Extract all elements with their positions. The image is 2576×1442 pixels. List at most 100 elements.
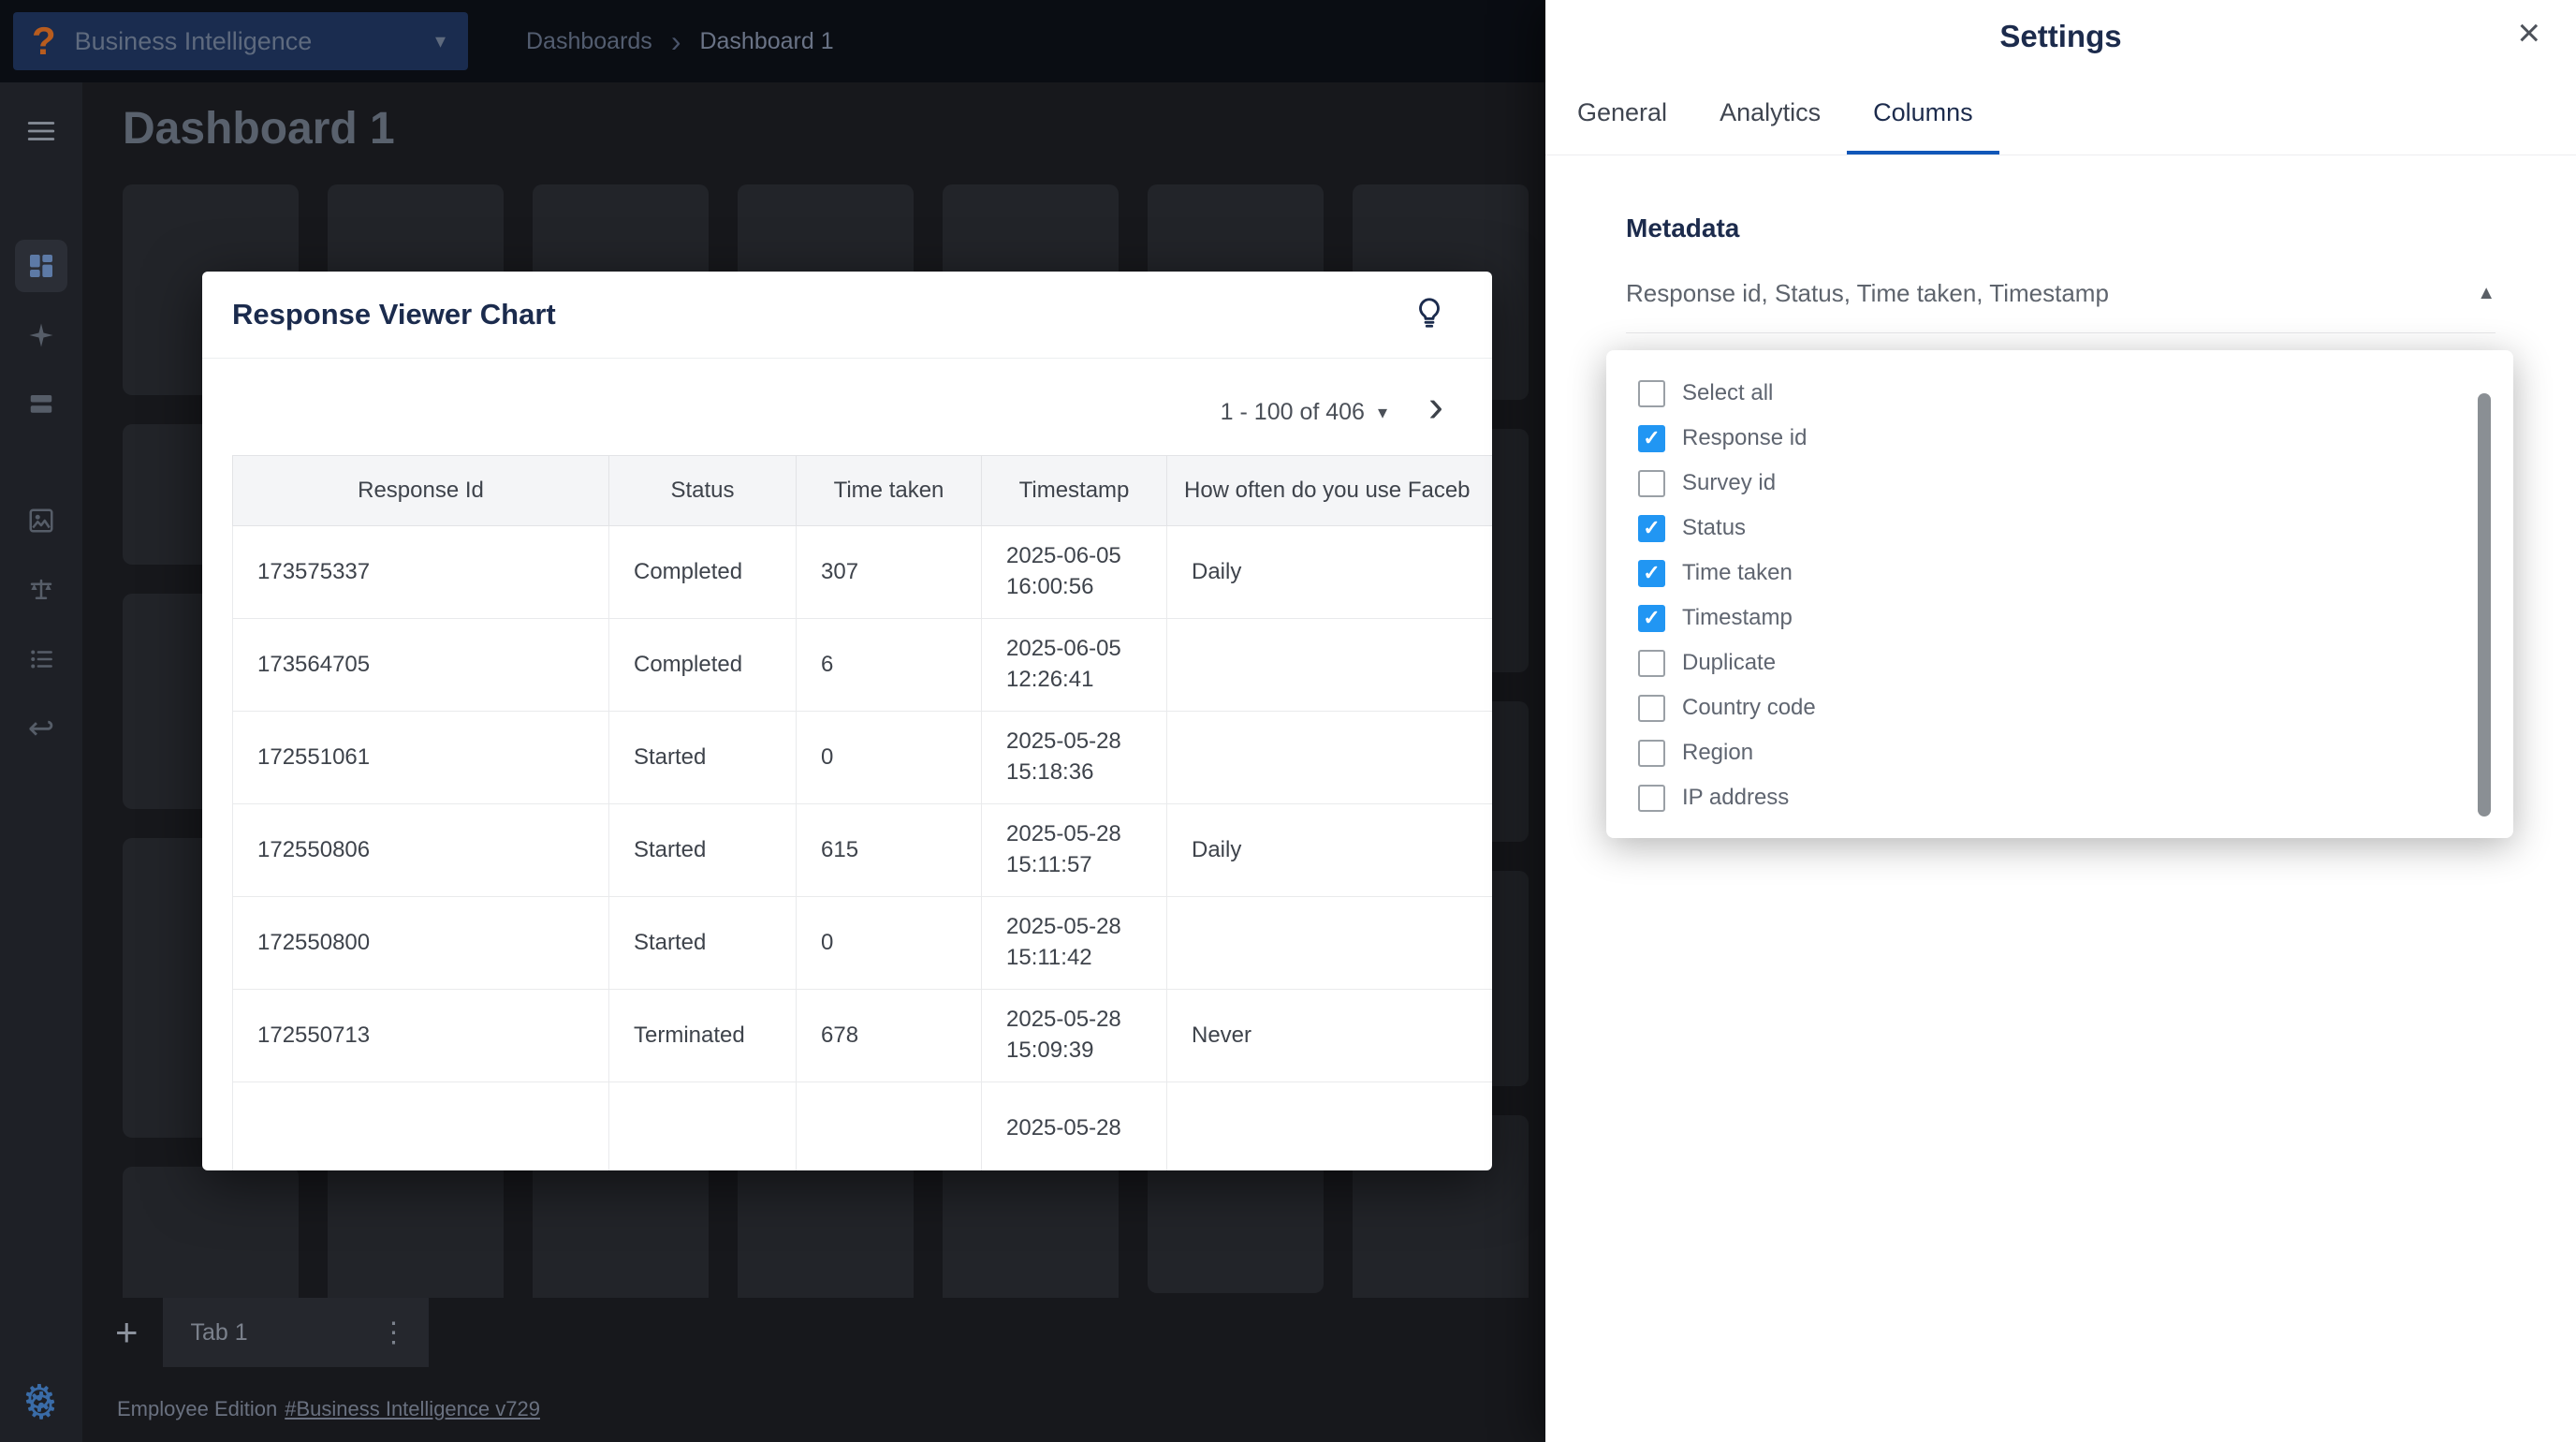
workspace-switcher[interactable]: ? Business Intelligence ▾ <box>13 12 468 70</box>
dropdown-scrollbar[interactable] <box>2478 393 2491 817</box>
cell-status: Started <box>609 711 797 803</box>
sidebar-item-ai[interactable] <box>15 309 67 361</box>
breadcrumb-dashboard-1[interactable]: Dashboard 1 <box>699 28 833 55</box>
sidebar-item-undo[interactable]: ↩ <box>15 702 67 755</box>
column-header-timestamp: Timestamp <box>982 455 1167 525</box>
dashboard-grid-icon <box>26 251 56 281</box>
option-duplicate[interactable]: ✓ Duplicate <box>1638 640 2513 685</box>
cell-response-id: 172550800 <box>233 896 609 989</box>
cell-response-id: 173564705 <box>233 618 609 711</box>
page-range-dropdown[interactable]: 1 - 100 of 406 ▾ <box>1221 399 1387 426</box>
option-survey-id[interactable]: ✓ Survey id <box>1638 461 2513 506</box>
sparkle-icon <box>27 321 55 349</box>
cell-question: Never <box>1167 989 1493 1082</box>
hint-button[interactable] <box>1412 295 1447 335</box>
breadcrumb-dashboards[interactable]: Dashboards <box>526 28 652 55</box>
metadata-section-title: Metadata <box>1626 213 2496 243</box>
settings-gear-button[interactable]: ⚙ <box>22 1380 56 1418</box>
tab-analytics[interactable]: Analytics <box>1693 75 1847 154</box>
checkbox[interactable]: ✓ <box>1638 515 1665 542</box>
menu-toggle-button[interactable] <box>15 105 67 157</box>
cell-time-taken: 307 <box>797 525 982 618</box>
table-row: 172551061 Started 0 2025-05-28 15:18:36 <box>233 711 1493 803</box>
cell-time-taken: 6 <box>797 618 982 711</box>
checkbox[interactable]: ✓ <box>1638 650 1665 677</box>
cell-status <box>609 1082 797 1170</box>
check-icon: ✓ <box>1643 608 1660 628</box>
option-timestamp[interactable]: ✓ Timestamp <box>1638 596 2513 640</box>
option-region[interactable]: ✓ Region <box>1638 730 2513 775</box>
dashboard-tile-skeleton <box>123 1167 299 1298</box>
checkbox[interactable]: ✓ <box>1638 695 1665 722</box>
column-header-time-taken: Time taken <box>797 455 982 525</box>
checkbox[interactable]: ✓ <box>1638 740 1665 767</box>
settings-title: Settings <box>1545 19 2576 54</box>
close-icon[interactable]: × <box>2517 13 2540 52</box>
sidebar-item-dashboard[interactable] <box>15 240 67 292</box>
option-label: Region <box>1682 740 1753 766</box>
cell-time-taken: 678 <box>797 989 982 1082</box>
option-time-taken[interactable]: ✓ Time taken <box>1638 551 2513 596</box>
cell-timestamp: 2025-05-28 15:09:39 <box>982 989 1167 1082</box>
response-table-container: Response Id Status Time taken Timestamp … <box>232 455 1492 1170</box>
option-response-id[interactable]: ✓ Response id <box>1638 416 2513 461</box>
sidebar-item-widgets[interactable] <box>15 378 67 431</box>
add-tab-button[interactable]: + <box>115 1313 139 1352</box>
pagination-bar: 1 - 100 of 406 ▾ › <box>202 394 1492 431</box>
cell-timestamp: 2025-05-28 15:11:57 <box>982 803 1167 896</box>
checkbox[interactable]: ✓ <box>1638 605 1665 632</box>
checkbox[interactable]: ✓ <box>1638 470 1665 497</box>
option-status[interactable]: ✓ Status <box>1638 506 2513 551</box>
undo-icon: ↩ <box>28 713 55 744</box>
scales-icon <box>27 576 55 604</box>
tab-general[interactable]: General <box>1551 75 1693 154</box>
cell-question <box>1167 711 1493 803</box>
brand-logo-icon: ? <box>32 22 56 61</box>
tab-columns[interactable]: Columns <box>1847 75 1999 154</box>
edition-label: Employee Edition <box>117 1397 277 1420</box>
table-row: 172550713 Terminated 678 2025-05-28 15:0… <box>233 989 1493 1082</box>
option-label: Status <box>1682 515 1746 541</box>
cell-response-id: 173575337 <box>233 525 609 618</box>
settings-panel: Settings × General Analytics Columns Met… <box>1545 0 2576 1442</box>
cell-response-id <box>233 1082 609 1170</box>
sidebar-item-media[interactable] <box>15 494 67 547</box>
chevron-right-icon: › <box>671 26 681 56</box>
bulleted-list-icon <box>27 645 55 673</box>
dashboard-tab-bar: + Tab 1 ⋮ <box>82 1298 429 1367</box>
cell-time-taken: 0 <box>797 896 982 989</box>
table-row: 173575337 Completed 307 2025-06-05 16:00… <box>233 525 1493 618</box>
cell-time-taken <box>797 1082 982 1170</box>
checkbox[interactable]: ✓ <box>1638 425 1665 452</box>
option-country-code[interactable]: ✓ Country code <box>1638 685 2513 730</box>
tab-label: Tab 1 <box>191 1319 380 1346</box>
sidebar-item-list[interactable] <box>15 633 67 685</box>
next-page-button[interactable]: › <box>1428 394 1443 431</box>
settings-body: Metadata Response id, Status, Time taken… <box>1545 213 2576 333</box>
option-label: IP address <box>1682 785 1789 811</box>
checkbox[interactable]: ✓ <box>1638 380 1665 407</box>
kebab-menu-icon[interactable]: ⋮ <box>380 1317 408 1349</box>
cell-question: Daily <box>1167 525 1493 618</box>
checkbox[interactable]: ✓ <box>1638 560 1665 587</box>
option-label: Time taken <box>1682 560 1793 586</box>
metadata-columns-select[interactable]: Response id, Status, Time taken, Timesta… <box>1626 279 2496 333</box>
cell-time-taken: 0 <box>797 711 982 803</box>
settings-tabs: General Analytics Columns <box>1545 75 2576 155</box>
table-row: 173564705 Completed 6 2025-06-05 12:26:4… <box>233 618 1493 711</box>
page-range-label: 1 - 100 of 406 <box>1221 399 1365 426</box>
columns-dropdown: ✓ Select all ✓ Response id ✓ Survey id ✓… <box>1606 350 2513 838</box>
sidebar-item-compare[interactable] <box>15 564 67 616</box>
cell-response-id: 172550806 <box>233 803 609 896</box>
cell-status: Started <box>609 803 797 896</box>
column-header-question: How often do you use Faceb <box>1167 455 1493 525</box>
option-select-all[interactable]: ✓ Select all <box>1638 371 2513 416</box>
option-ip-address[interactable]: ✓ IP address <box>1638 775 2513 820</box>
stacked-rows-icon <box>27 390 55 419</box>
cell-timestamp: 2025-05-28 <box>982 1082 1167 1170</box>
version-link[interactable]: #Business Intelligence v729 <box>285 1397 540 1420</box>
checkbox[interactable]: ✓ <box>1638 785 1665 812</box>
tab-tab-1[interactable]: Tab 1 ⋮ <box>163 1298 429 1367</box>
hamburger-icon <box>25 115 57 147</box>
option-label: Country code <box>1682 695 1816 721</box>
